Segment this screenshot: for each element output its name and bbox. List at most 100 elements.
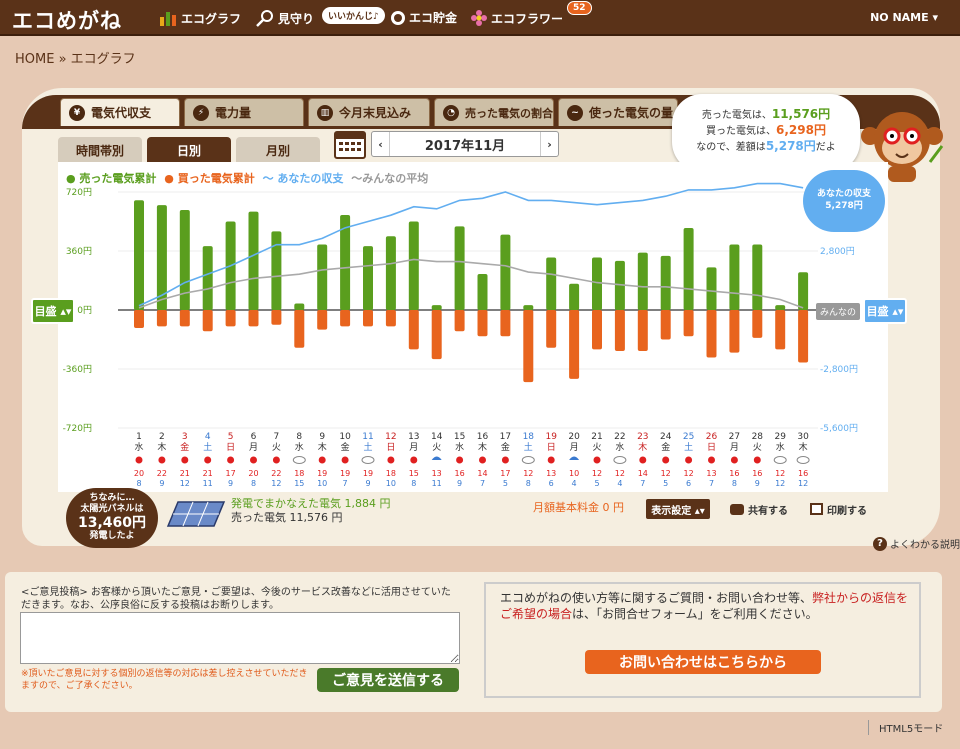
bought-bar [156, 310, 167, 327]
html5-mode-link[interactable]: HTML5モード [868, 720, 943, 735]
breadcrumb[interactable]: HOME » エコグラフ [15, 48, 136, 67]
yen-icon: ¥ [69, 104, 85, 121]
nav-label: エコフラワー [491, 11, 564, 26]
weekday-label: 日 [547, 442, 556, 453]
print-button[interactable]: 印刷する [810, 499, 867, 519]
weekday-label: 火 [272, 442, 281, 453]
next-month-button[interactable]: › [540, 132, 558, 156]
temp-low: 10 [317, 479, 327, 488]
nav-eco-savings[interactable]: エコ貯金 [390, 9, 457, 26]
bought-bar [225, 310, 236, 327]
nav-label: 見守り [278, 11, 315, 26]
tab-label: 使った電気の量 [589, 106, 674, 120]
contact-button[interactable]: お問い合わせはこちらから [585, 650, 821, 674]
temp-low: 9 [365, 479, 370, 488]
status-bubble: いいかんじ♪ [322, 7, 385, 24]
sold-bar [363, 246, 373, 310]
help-link[interactable]: ? よくわかる説明 [873, 536, 960, 551]
weekday-label: 日 [707, 442, 716, 453]
user-menu[interactable]: NO NAME ▾ [870, 11, 938, 24]
day-label: 2 [159, 432, 165, 442]
bought-bar [683, 310, 694, 337]
sun-icon [410, 456, 418, 464]
day-label: 7 [274, 432, 280, 442]
temp-low: 8 [251, 479, 256, 488]
weekday-label: 土 [684, 441, 693, 453]
day-label: 26 [706, 432, 718, 442]
day-label: 5 [228, 432, 234, 442]
temp-high: 19 [363, 469, 373, 478]
day-label: 8 [296, 432, 302, 442]
bought-bar [202, 310, 213, 332]
sold-bar [385, 236, 396, 310]
bought-bar [271, 310, 282, 325]
temp-high: 10 [569, 469, 579, 478]
solar-generated-value: 13,460円 [77, 515, 147, 531]
sun-icon [158, 456, 166, 464]
right-scale-button[interactable]: 目盛 ▴▾ [863, 298, 907, 324]
day-label: 23 [637, 432, 648, 442]
sold-bar [523, 305, 534, 310]
subtab-daily[interactable]: 日別 [147, 137, 231, 163]
day-label: 25 [683, 432, 694, 442]
sun-icon [501, 456, 509, 464]
temp-low: 4 [617, 479, 622, 488]
wave-icon: ~ [567, 104, 583, 121]
tab-sold-ratio[interactable]: ◔ 売った電気の割合 [434, 98, 554, 126]
nav-eco-flower[interactable]: エコフラワー [470, 9, 563, 27]
app-logo[interactable]: エコめがね [12, 5, 122, 35]
bought-bar [179, 310, 190, 327]
temp-high: 16 [729, 469, 739, 478]
weekday-label: 金 [180, 441, 189, 453]
temp-high: 14 [477, 469, 487, 478]
day-label: 24 [660, 432, 672, 442]
sun-icon [456, 456, 464, 464]
building-icon: ▥ [317, 104, 333, 121]
tab-balance[interactable]: ¥ 電気代収支 [60, 98, 180, 126]
day-label: 16 [477, 432, 489, 442]
share-button[interactable]: 共有する [730, 499, 788, 519]
temp-low: 7 [640, 479, 645, 488]
day-label: 9 [319, 432, 325, 442]
temp-high: 16 [752, 469, 762, 478]
tab-forecast[interactable]: ▥ 今月末見込み [308, 98, 430, 126]
covered-value: 1,884 円 [344, 497, 391, 510]
contact-text: エコめがねの使い方等に関するご質問・お問い合わせ等、弊社からの返信をご希望の場合… [500, 591, 909, 621]
current-month: 2017年11月 [424, 138, 506, 154]
sun-icon [387, 456, 395, 464]
day-label: 30 [797, 432, 809, 442]
subtab-monthly[interactable]: 月別 [236, 137, 320, 163]
day-label: 10 [339, 432, 351, 442]
display-settings-button[interactable]: 表示設定 ▴▾ [646, 499, 710, 519]
printer-icon [810, 503, 823, 515]
sold-bar [454, 226, 465, 310]
feedback-textarea[interactable] [20, 612, 460, 664]
cloud-icon [292, 456, 306, 464]
temp-low: 12 [180, 479, 190, 488]
sun-icon [479, 456, 486, 464]
sold-bar [660, 255, 671, 310]
temp-high: 21 [203, 469, 213, 478]
temp-high: 13 [546, 469, 556, 478]
send-feedback-button[interactable]: ご意見を送信する [317, 668, 459, 692]
weekday-label: 水 [776, 441, 785, 453]
temp-high: 12 [775, 469, 785, 478]
bought-bar [408, 310, 419, 350]
bought-bar [317, 310, 328, 330]
subtab-hourly[interactable]: 時間帯別 [58, 137, 142, 163]
nav-eco-graph[interactable]: エコグラフ [158, 9, 241, 27]
sold-bar [775, 305, 786, 310]
tab-usage[interactable]: ~ 使った電気の量 [558, 98, 678, 126]
notification-badge: 52 [567, 1, 592, 15]
temp-high: 17 [226, 469, 236, 478]
calendar-icon[interactable] [334, 131, 366, 159]
temp-low: 10 [386, 479, 396, 488]
prev-month-button[interactable]: ‹ [372, 132, 390, 156]
tab-power[interactable]: ⚡ 電力量 [184, 98, 304, 126]
temp-low: 8 [411, 479, 416, 488]
temp-low: 9 [457, 479, 462, 488]
temp-high: 13 [706, 469, 716, 478]
left-scale-button[interactable]: 目盛 ▴▾ [31, 298, 75, 324]
nav-mimamori[interactable]: 見守り [255, 9, 314, 27]
temp-high: 12 [592, 469, 602, 478]
